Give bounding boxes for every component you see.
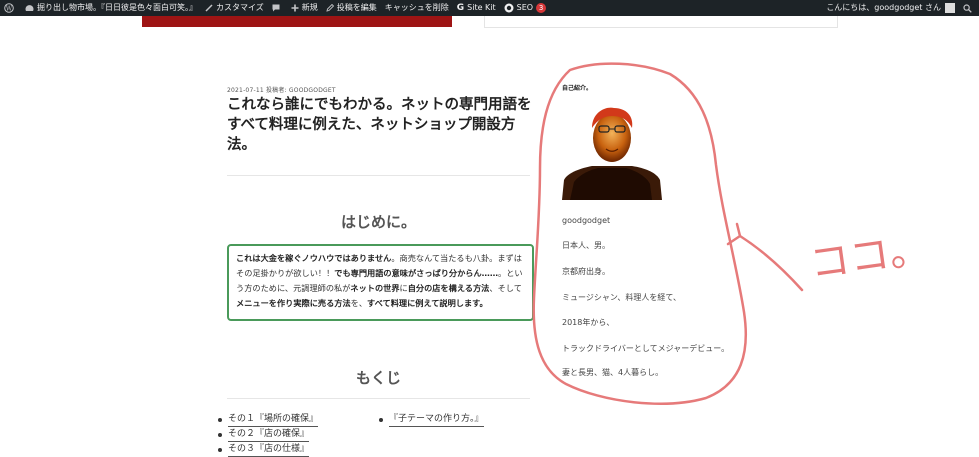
- profile-line: トラックドライバーとしてメジャーデビュー。: [562, 344, 730, 353]
- notice-text-9: メニューを作り実際に売る方法: [236, 298, 351, 308]
- site-kit-label: Site Kit: [467, 3, 496, 12]
- comments-menu[interactable]: [268, 0, 287, 16]
- toc-link[interactable]: その２『店の確保』: [228, 427, 310, 442]
- seo-label: SEO: [516, 3, 534, 12]
- toc-link[interactable]: その１『場所の確保』: [228, 412, 319, 427]
- header-banner-image: [142, 16, 452, 27]
- plus-icon: [291, 4, 299, 12]
- profile-line: ミュージシャン、料理人を経て、: [562, 293, 681, 302]
- intro-heading: はじめに。: [340, 213, 416, 231]
- site-name-menu[interactable]: 掘り出し物市場。『日日彼是色々面白可笑。』: [21, 0, 201, 16]
- notice-text-11: すべて料理に例えて説明します。: [367, 298, 488, 308]
- admin-bar: W 掘り出し物市場。『日日彼是色々面白可笑。』 カスタマイズ 新規 投稿を編集 …: [0, 0, 979, 16]
- toc-item: その２『店の確保』: [218, 427, 318, 442]
- profile-line: 日本人、男。: [562, 241, 610, 250]
- new-content-menu[interactable]: 新規: [287, 0, 322, 16]
- bullet-icon: [218, 432, 222, 437]
- seo-menu[interactable]: SEO 3: [500, 0, 550, 16]
- clear-cache-label: キャッシュを削除: [384, 3, 449, 12]
- edit-post-label: 投稿を編集: [336, 3, 377, 12]
- search-menu[interactable]: [959, 0, 979, 16]
- toc-divider: [227, 398, 530, 399]
- wp-logo-menu[interactable]: W: [0, 0, 21, 16]
- toc-list-right: 『子テーマの作り方。』: [379, 412, 484, 427]
- brush-icon: [205, 4, 213, 12]
- annotation-text: ココ。: [807, 226, 932, 288]
- toc-list-left: その１『場所の確保』 その２『店の確保』 その３『店の仕様』: [218, 412, 319, 457]
- toc-heading: もくじ: [355, 369, 401, 387]
- pencil-icon: [326, 4, 334, 12]
- post-date: 2021-07-11: [227, 87, 264, 94]
- search-icon: [963, 3, 972, 13]
- intro-notice-box: これは大金を稼ぐノウハウではありません。商売なんて当たるも八卦。まずはその足掛か…: [227, 244, 534, 321]
- annotation-arrow: [726, 222, 804, 292]
- profile-widget-title: 自己紹介。: [562, 85, 593, 92]
- comment-icon: [272, 4, 280, 12]
- svg-text:W: W: [6, 5, 13, 12]
- toc-link[interactable]: 『子テーマの作り方。』: [389, 412, 484, 427]
- post-author[interactable]: GOODGODGET: [289, 87, 336, 94]
- clear-cache-menu[interactable]: キャッシュを削除: [381, 0, 453, 16]
- customize-label: カスタマイズ: [216, 3, 264, 12]
- seo-icon: [504, 3, 514, 13]
- notice-text-10: を、: [350, 298, 368, 308]
- profile-avatar: [562, 102, 662, 200]
- my-account-menu[interactable]: こんにちは、goodgodget さん: [822, 0, 959, 16]
- notice-text-8: 、そして: [489, 283, 522, 293]
- site-name: 掘り出し物市場。『日日彼是色々面白可笑。』: [37, 3, 197, 12]
- bullet-icon: [379, 417, 383, 422]
- post-author-prefix: 投稿者:: [265, 87, 287, 94]
- bullet-icon: [218, 417, 222, 422]
- notice-text-5: ネットの世界: [350, 283, 400, 293]
- google-g-icon: G: [456, 3, 465, 13]
- toc-item: その１『場所の確保』: [218, 412, 319, 427]
- profile-name: goodgodget: [562, 216, 611, 225]
- profile-line: 妻と長男、猫、4人暮らし。: [562, 368, 664, 377]
- post-title: これなら誰にでもわかる。ネットの専門用語をすべて料理に例えた、ネットショップ開設…: [227, 97, 532, 153]
- edit-post-menu[interactable]: 投稿を編集: [322, 0, 381, 16]
- notice-text-6: に: [399, 283, 408, 293]
- profile-line: 2018年から、: [562, 318, 615, 327]
- wordpress-icon: W: [4, 3, 14, 13]
- header-panel: [484, 16, 838, 28]
- profile-line: 京都府出身。: [562, 267, 610, 276]
- dashboard-icon: [25, 4, 34, 13]
- new-label: 新規: [301, 3, 318, 12]
- customize-menu[interactable]: カスタマイズ: [201, 0, 268, 16]
- user-avatar-icon: [945, 3, 955, 13]
- site-kit-menu[interactable]: G Site Kit: [453, 0, 500, 16]
- post-meta: 2021-07-11 投稿者: GOODGODGET: [227, 85, 336, 94]
- divider: [227, 175, 530, 176]
- notice-text-1: これは大金を稼ぐノウハウではありません: [236, 253, 392, 263]
- notice-text-7: 自分の店を構える方法: [407, 283, 490, 293]
- greeting-text: こんにちは、goodgodget さん: [826, 3, 941, 12]
- seo-count-badge: 3: [536, 3, 547, 13]
- notice-text-3: でも専門用語の意味がさっぱり分からん……: [334, 268, 499, 278]
- toc-item: 『子テーマの作り方。』: [379, 412, 484, 427]
